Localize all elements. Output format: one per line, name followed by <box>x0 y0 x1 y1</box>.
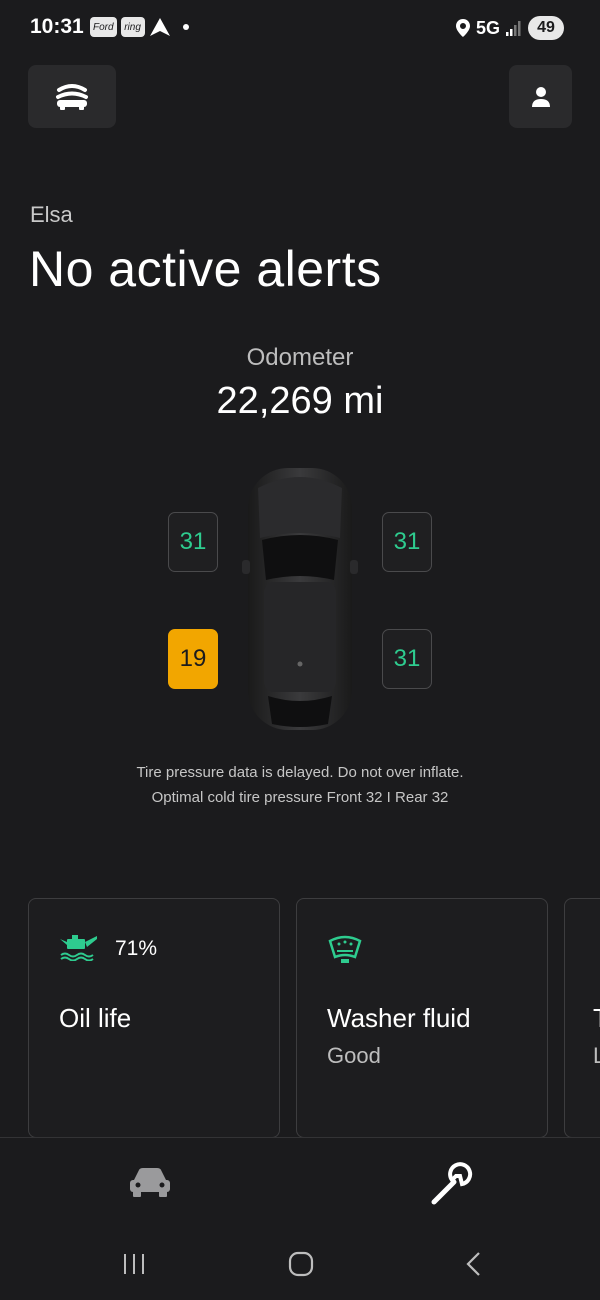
tire-note-delayed: Tire pressure data is delayed. Do not ov… <box>136 764 464 781</box>
ford-notification-icon: Ford <box>90 17 117 37</box>
next-card-title-partial: T <box>593 1003 600 1034</box>
oil-can-icon <box>60 935 97 961</box>
tire-pressure-front-right: 31 <box>382 512 432 572</box>
car-top-view-image <box>242 468 358 730</box>
washer-fluid-card[interactable]: Washer fluid Good <box>296 898 548 1138</box>
person-icon <box>531 86 550 107</box>
oil-life-card[interactable]: 71% Oil life <box>28 898 280 1138</box>
windshield-washer-icon <box>328 935 362 963</box>
navigation-arrow-icon <box>149 18 170 36</box>
car-icon[interactable] <box>128 1166 172 1198</box>
system-nav-bar <box>0 1230 600 1300</box>
odometer-label: Odometer <box>246 344 354 371</box>
vehicle-menu-button[interactable] <box>28 65 116 128</box>
next-status-card[interactable]: T L <box>564 898 600 1138</box>
odometer-value: 22,269 mi <box>216 380 384 422</box>
recent-apps-icon[interactable] <box>120 1250 148 1278</box>
bottom-app-nav <box>0 1137 600 1230</box>
tire-pressure-front-left: 31 <box>168 512 218 572</box>
profile-button[interactable] <box>509 65 572 128</box>
battery-indicator: 49 <box>528 16 564 40</box>
status-indicators: 5G 49 <box>455 16 564 40</box>
tire-pressure-rear-left: 19 <box>168 629 218 689</box>
tire-note-optimal-pressure: Optimal cold tire pressure Front 32 I Re… <box>151 789 449 806</box>
oil-life-percent: 71% <box>115 937 158 960</box>
washer-fluid-status: Good <box>327 1043 381 1068</box>
vehicle-name: Elsa <box>30 202 73 227</box>
washer-fluid-title: Washer fluid <box>327 1003 471 1033</box>
network-label: 5G <box>475 17 500 38</box>
back-icon[interactable] <box>460 1250 488 1278</box>
ring-notification-icon: ring <box>120 17 145 37</box>
oil-life-title: Oil life <box>59 1003 132 1033</box>
location-icon <box>455 19 470 37</box>
tire-pressure-rear-right: 31 <box>382 629 432 689</box>
signal-icon <box>506 21 521 36</box>
next-card-sub-partial: L <box>593 1043 600 1068</box>
wrench-icon[interactable] <box>430 1162 474 1206</box>
alert-status-title: No active alerts <box>29 241 382 297</box>
notification-icons: Ford ring <box>90 17 189 37</box>
more-notifications-dot-icon <box>182 24 189 30</box>
vehicle-switch-icon <box>56 83 88 110</box>
status-bar: 10:31 Ford ring 5G 49 <box>0 0 600 56</box>
home-icon[interactable] <box>287 1250 315 1278</box>
status-time: 10:31 <box>30 15 84 38</box>
